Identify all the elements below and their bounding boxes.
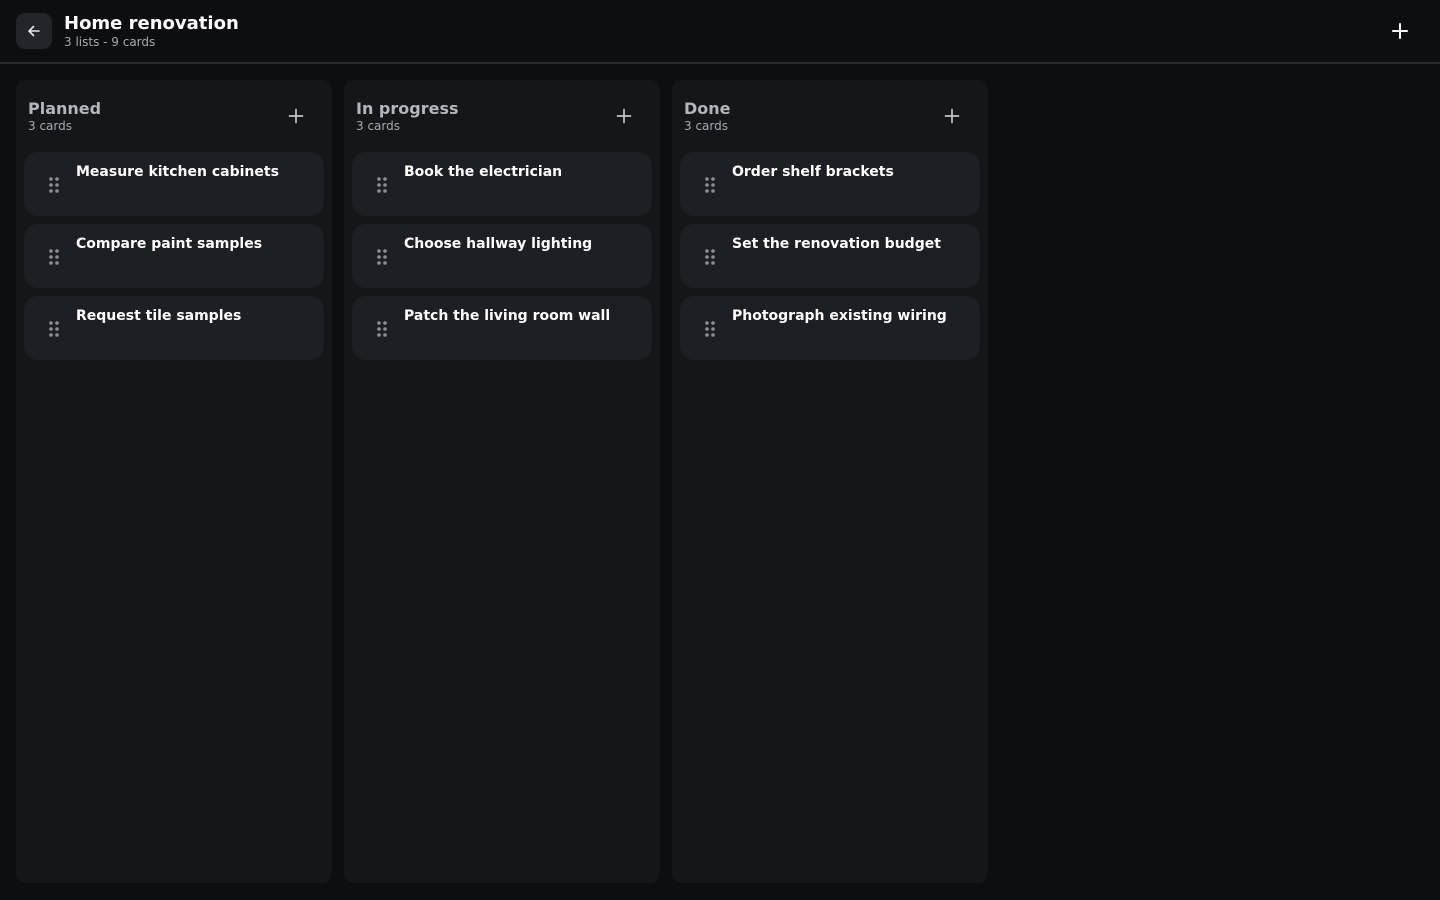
list-column: Done 3 cards Order shelf brackets Set th… bbox=[672, 80, 988, 883]
card[interactable]: Measure kitchen cabinets bbox=[24, 152, 324, 216]
card[interactable]: Request tile samples bbox=[24, 296, 324, 360]
list-column: Planned 3 cards Measure kitchen cabinets… bbox=[16, 80, 332, 883]
list-card-count: 3 cards bbox=[28, 119, 72, 133]
plus-icon bbox=[944, 108, 960, 124]
card[interactable]: Compare paint samples bbox=[24, 224, 324, 288]
card[interactable]: Order shelf brackets bbox=[680, 152, 980, 216]
card-list: Measure kitchen cabinets Compare paint s… bbox=[24, 152, 324, 368]
card-list: Book the electrician Choose hallway ligh… bbox=[352, 152, 652, 368]
card-title: Order shelf brackets bbox=[732, 164, 894, 180]
board: Planned 3 cards Measure kitchen cabinets… bbox=[16, 80, 988, 883]
arrow-left-icon bbox=[28, 25, 40, 37]
list-column: In progress 3 cards Book the electrician… bbox=[344, 80, 660, 883]
add-card-button[interactable] bbox=[280, 100, 312, 132]
drag-handle-icon[interactable] bbox=[48, 176, 60, 194]
board-title: Home renovation bbox=[64, 13, 239, 34]
plus-icon bbox=[616, 108, 632, 124]
add-list-button[interactable] bbox=[1384, 15, 1416, 47]
drag-handle-icon[interactable] bbox=[48, 320, 60, 338]
card[interactable]: Book the electrician bbox=[352, 152, 652, 216]
card[interactable]: Photograph existing wiring bbox=[680, 296, 980, 360]
card-title: Book the electrician bbox=[404, 164, 563, 180]
add-card-button[interactable] bbox=[608, 100, 640, 132]
card-list: Order shelf brackets Set the renovation … bbox=[680, 152, 980, 368]
board-header: Home renovation 3 lists - 9 cards bbox=[0, 0, 1440, 64]
drag-handle-icon[interactable] bbox=[704, 176, 716, 194]
drag-handle-icon[interactable] bbox=[376, 248, 388, 266]
plus-icon bbox=[288, 108, 304, 124]
list-card-count: 3 cards bbox=[356, 119, 400, 133]
plus-icon bbox=[1392, 23, 1408, 39]
drag-handle-icon[interactable] bbox=[48, 248, 60, 266]
list-title: Done bbox=[684, 99, 731, 118]
list-title: In progress bbox=[356, 99, 459, 118]
card[interactable]: Patch the living room wall bbox=[352, 296, 652, 360]
board-summary: 3 lists - 9 cards bbox=[64, 35, 156, 49]
list-title: Planned bbox=[28, 99, 102, 118]
card[interactable]: Set the renovation budget bbox=[680, 224, 980, 288]
drag-handle-icon[interactable] bbox=[704, 320, 716, 338]
card-title: Set the renovation budget bbox=[732, 236, 941, 252]
card-title: Request tile samples bbox=[76, 308, 242, 324]
card-title: Patch the living room wall bbox=[404, 308, 611, 324]
drag-handle-icon[interactable] bbox=[704, 248, 716, 266]
add-card-button[interactable] bbox=[936, 100, 968, 132]
card-title: Compare paint samples bbox=[76, 236, 263, 252]
drag-handle-icon[interactable] bbox=[376, 176, 388, 194]
card-title: Measure kitchen cabinets bbox=[76, 164, 279, 180]
drag-handle-icon[interactable] bbox=[376, 320, 388, 338]
list-card-count: 3 cards bbox=[684, 119, 728, 133]
card-title: Photograph existing wiring bbox=[732, 308, 947, 324]
card-title: Choose hallway lighting bbox=[404, 236, 593, 252]
card[interactable]: Choose hallway lighting bbox=[352, 224, 652, 288]
back-button[interactable] bbox=[16, 13, 52, 49]
